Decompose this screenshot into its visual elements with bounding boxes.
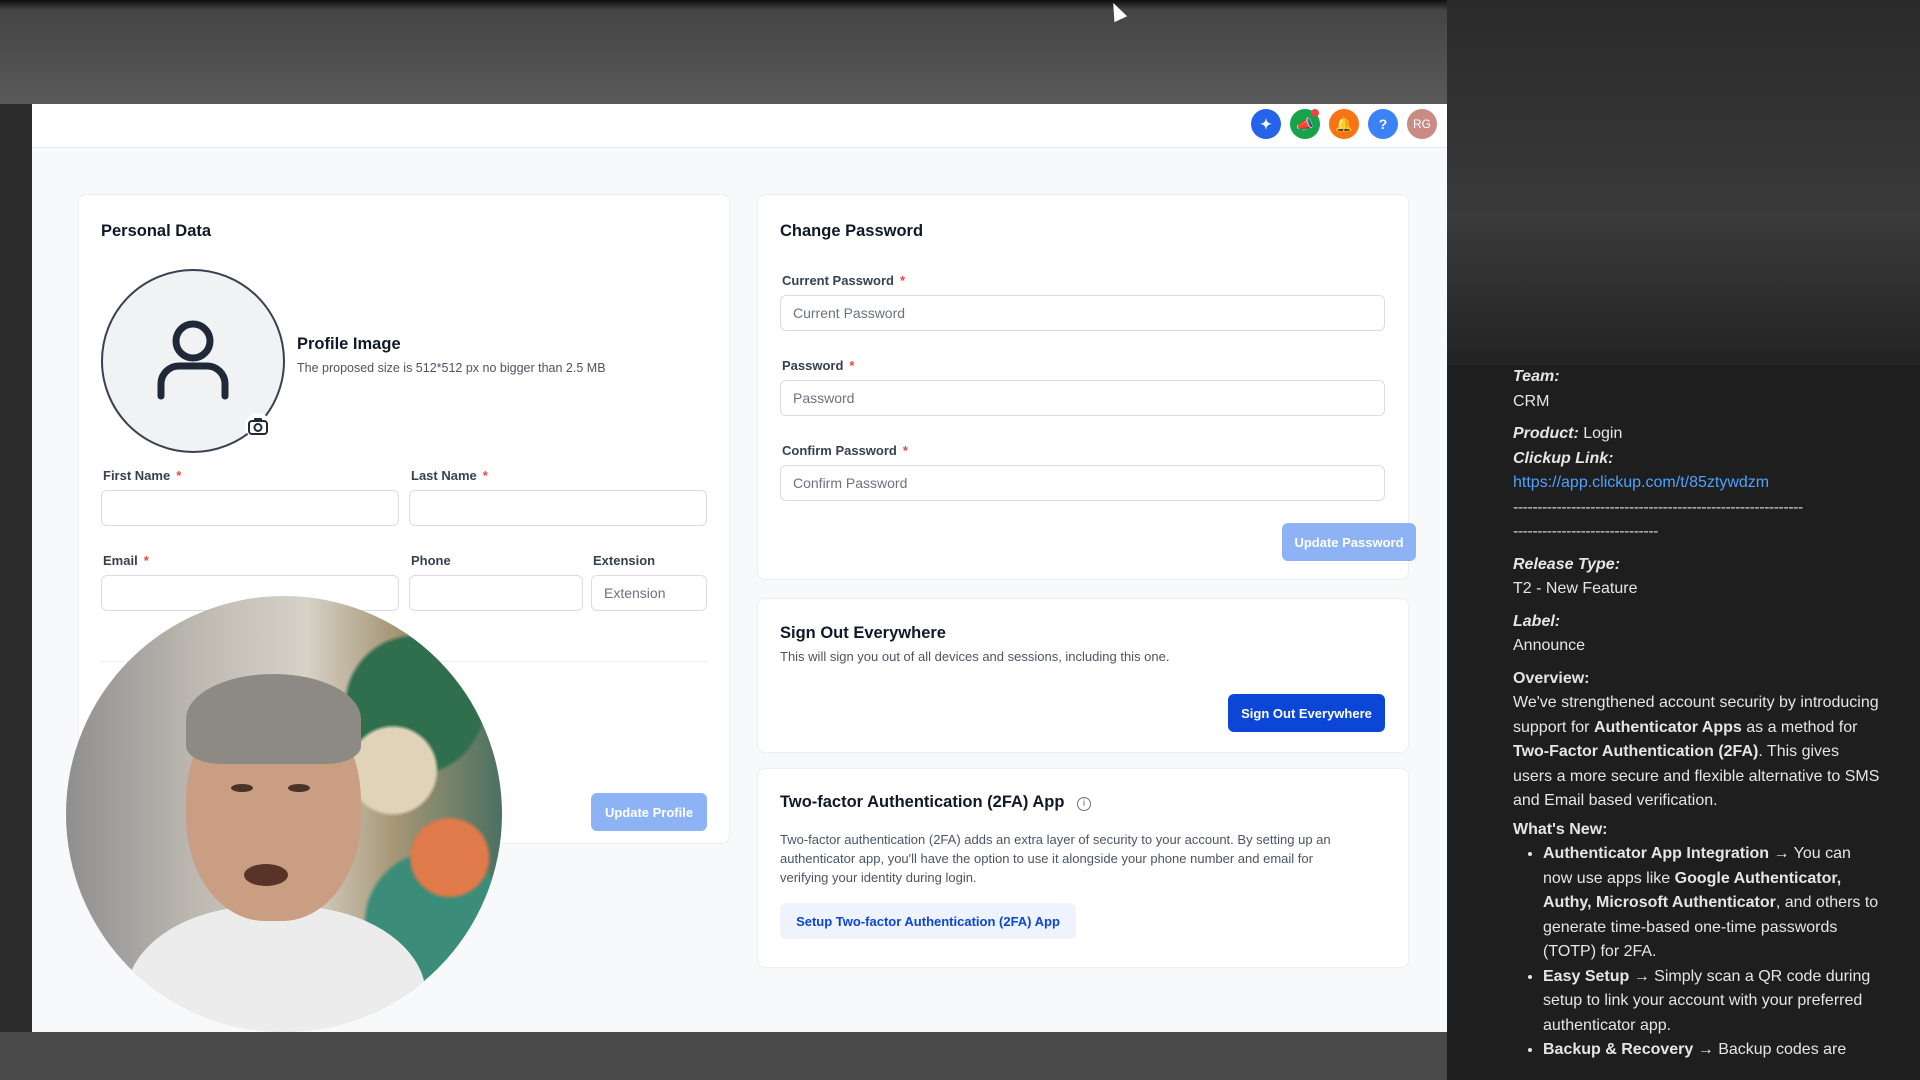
current-password-label: Current Password * — [782, 273, 906, 288]
product-value: Login — [1583, 425, 1623, 442]
personal-data-title: Personal Data — [101, 222, 212, 240]
confirm-password-input[interactable]: Confirm Password — [780, 465, 1385, 501]
setup-2fa-button[interactable]: Setup Two-factor Authentication (2FA) Ap… — [780, 903, 1076, 939]
last-name-input[interactable] — [409, 490, 707, 526]
bell-icon[interactable]: 🔔 — [1329, 109, 1359, 139]
info-icon[interactable]: i — [1077, 797, 1092, 811]
sign-out-title: Sign Out Everywhere — [780, 624, 946, 642]
first-name-input[interactable] — [101, 490, 399, 526]
overview-label: Overview: — [1513, 669, 1590, 687]
team-label: Team: — [1513, 368, 1560, 385]
confirm-password-label: Confirm Password * — [782, 443, 908, 458]
profile-image-title: Profile Image — [297, 335, 401, 353]
camera-icon[interactable] — [245, 413, 271, 439]
phone-label: Phone — [411, 553, 451, 568]
release-type-label: Release Type: — [1513, 555, 1621, 573]
email-label: Email * — [103, 553, 149, 568]
list-item: Backup & Recovery → Backup codes are — [1543, 1038, 1880, 1063]
whats-new-label: What's New: — [1513, 820, 1608, 838]
list-item: Authenticator App Integration → You can … — [1543, 842, 1880, 965]
sign-out-card: Sign Out Everywhere This will sign you o… — [757, 598, 1409, 753]
update-password-button[interactable]: Update Password — [1282, 523, 1416, 561]
change-password-card: Change Password Current Password * Curren… — [757, 194, 1416, 580]
two-factor-description: Two-factor authentication (2FA) adds an … — [780, 832, 1331, 885]
sign-out-description: This will sign you out of all devices an… — [780, 649, 1170, 664]
avatar-placeholder[interactable] — [101, 269, 285, 453]
password-label: Password * — [782, 358, 855, 373]
current-password-input[interactable]: Current Password — [780, 295, 1385, 331]
divider-line-1: ----------------------------------------… — [1513, 498, 1803, 516]
team-value: CRM — [1513, 392, 1550, 410]
extension-input[interactable]: Extension — [591, 575, 707, 611]
password-input[interactable]: Password — [780, 380, 1385, 416]
release-type-value: T2 - New Feature — [1513, 580, 1638, 597]
first-name-label: First Name * — [103, 468, 182, 483]
sign-out-everywhere-button[interactable]: Sign Out Everywhere — [1228, 694, 1385, 732]
help-icon[interactable]: ? — [1368, 109, 1398, 139]
sparkle-icon[interactable]: ✦ — [1251, 109, 1281, 139]
two-factor-title: Two-factor Authentication (2FA) App i — [780, 793, 1092, 812]
overview-text: We've strengthened account security by i… — [1513, 694, 1880, 809]
change-password-title: Change Password — [780, 222, 924, 240]
background-top — [0, 0, 1447, 104]
background-bottom — [0, 1032, 1447, 1080]
list-item: Easy Setup → Simply scan a QR code durin… — [1543, 965, 1880, 1039]
webcam-overlay — [66, 596, 502, 1032]
label-value: Announce — [1513, 637, 1586, 654]
release-notes-panel: Team: CRM Product: Login Clickup Link: h… — [1447, 365, 1920, 1080]
top-bar-icons: ✦ 📣 🔔 ? RG — [1251, 109, 1437, 139]
divider-line-2: ------------------------------ — [1513, 523, 1658, 540]
two-factor-card: Two-factor Authentication (2FA) App i Tw… — [757, 768, 1409, 968]
top-bar: ✦ 📣 🔔 ? RG — [32, 104, 1447, 148]
background-left — [0, 104, 32, 1034]
whats-new-list: Authenticator App Integration → You can … — [1513, 842, 1880, 1063]
clickup-label: Clickup Link: — [1513, 449, 1614, 467]
extension-label: Extension — [593, 553, 656, 568]
megaphone-icon[interactable]: 📣 — [1290, 109, 1320, 139]
clickup-link[interactable]: https://app.clickup.com/t/85ztywdzm — [1513, 471, 1880, 496]
update-profile-button[interactable]: Update Profile — [591, 793, 707, 831]
profile-image-hint: The proposed size is 512*512 px no bigge… — [297, 361, 606, 375]
product-label: Product: — [1513, 425, 1579, 442]
last-name-label: Last Name * — [411, 468, 488, 483]
phone-input[interactable] — [409, 575, 583, 611]
label-label: Label: — [1513, 612, 1561, 630]
background-right-top — [1447, 0, 1920, 365]
user-avatar[interactable]: RG — [1407, 109, 1437, 139]
